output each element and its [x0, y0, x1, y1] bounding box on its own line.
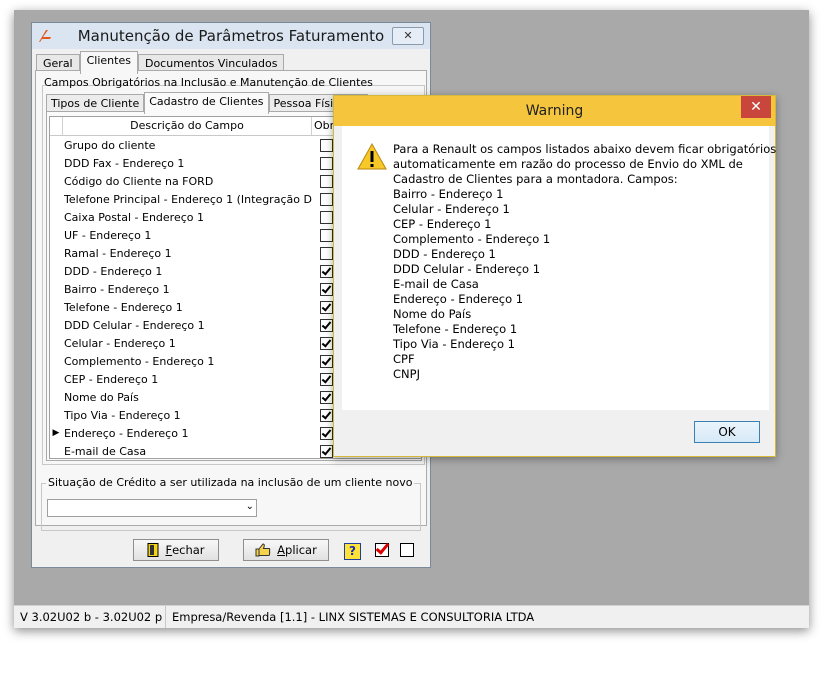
- warning-message-line: Complemento - Endereço 1: [393, 232, 551, 246]
- door-exit-icon: [147, 543, 159, 557]
- chevron-down-icon[interactable]: ⌄: [246, 501, 254, 512]
- fechar-button[interactable]: Fechar: [133, 539, 219, 561]
- status-version: V 3.02U02 b - 3.02U02 p: [14, 606, 166, 628]
- warning-message: Para a Renault os campos listados abaixo…: [393, 142, 776, 382]
- warning-message-line: Telefone - Endereço 1: [393, 322, 518, 336]
- field-description: Tipo Via - Endereço 1: [64, 408, 181, 422]
- subtab-cadastro-de-clientes[interactable]: Cadastro de Clientes: [144, 92, 269, 114]
- window-close-button[interactable]: ✕: [392, 27, 424, 45]
- warning-icon: [357, 143, 387, 170]
- field-description: DDD Fax - Endereço 1: [64, 156, 185, 170]
- warning-message-line: E-mail de Casa: [393, 277, 479, 291]
- grid-indicator-header: [50, 117, 63, 135]
- window-title: Manutenção de Parâmetros Faturamento: [77, 27, 385, 45]
- warning-message-line: automaticamente em razão do processo de …: [393, 157, 743, 171]
- credit-situation-select[interactable]: ⌄: [47, 499, 257, 517]
- required-checkbox[interactable]: [320, 336, 333, 350]
- warning-message-line: CPF: [393, 352, 415, 366]
- required-checkbox[interactable]: [320, 354, 333, 368]
- warning-message-line: Cadastro de Clientes para a montadora. C…: [393, 172, 678, 186]
- warning-message-line: Celular - Endereço 1: [393, 202, 510, 216]
- field-description: CEP - Endereço 1: [64, 372, 159, 386]
- warning-message-line: DDD - Endereço 1: [393, 247, 496, 261]
- required-checkbox[interactable]: [320, 174, 333, 188]
- deselect-all-checkbox[interactable]: [400, 543, 414, 557]
- warning-message-line: Bairro - Endereço 1: [393, 187, 504, 201]
- required-checkbox[interactable]: [320, 246, 333, 260]
- required-checkbox[interactable]: [320, 390, 333, 404]
- field-description: Telefone - Endereço 1: [64, 300, 183, 314]
- required-checkbox[interactable]: [320, 264, 333, 278]
- warning-message-line: Nome do País: [393, 307, 472, 321]
- warning-message-line: Para a Renault os campos listados abaixo…: [393, 142, 777, 156]
- warning-message-line: Endereço - Endereço 1: [393, 292, 524, 306]
- warning-close-button[interactable]: ✕: [741, 96, 771, 118]
- warning-message-line: Tipo Via - Endereço 1: [393, 337, 515, 351]
- field-description: DDD - Endereço 1: [64, 264, 163, 278]
- warning-message-line: DDD Celular - Endereço 1: [393, 262, 541, 276]
- required-checkbox[interactable]: [320, 210, 333, 224]
- required-checkbox[interactable]: [320, 156, 333, 170]
- sub-tabs: Tipos de Cliente Cadastro de Clientes Pe…: [46, 92, 368, 114]
- required-checkbox[interactable]: [320, 426, 333, 440]
- field-description: Nome do País: [64, 390, 139, 404]
- fechar-mnemonic: F: [165, 543, 173, 557]
- field-description: Grupo do cliente: [64, 138, 156, 152]
- field-description: E-mail de Casa: [64, 444, 147, 458]
- required-checkbox[interactable]: [320, 372, 333, 386]
- help-icon[interactable]: ?: [344, 543, 361, 560]
- thumbs-up-icon: [255, 543, 271, 557]
- column-header-descricao[interactable]: Descrição do Campo: [63, 117, 312, 135]
- warning-body: Para a Renault os campos listados abaixo…: [342, 126, 776, 410]
- warning-titlebar[interactable]: Warning ✕: [334, 96, 775, 126]
- required-checkbox[interactable]: [320, 192, 333, 206]
- required-checkbox[interactable]: [320, 138, 333, 152]
- aplicar-button[interactable]: Aplicar: [243, 539, 329, 561]
- warning-title: Warning: [525, 103, 584, 119]
- current-row-indicator-icon: ▶: [52, 428, 60, 438]
- field-description: Ramal - Endereço 1: [64, 246, 172, 260]
- aplicar-mnemonic: A: [277, 543, 286, 557]
- warning-dialog: Warning ✕ Para a Renault os campos lista…: [333, 95, 776, 457]
- warning-message-line: CEP - Endereço 1: [393, 217, 492, 231]
- warning-message-line: CNPJ: [393, 367, 420, 381]
- main-tabs: Geral Clientes Documentos Vinculados: [36, 51, 285, 74]
- required-checkbox[interactable]: [320, 300, 333, 314]
- fechar-label-rest: echar: [172, 543, 205, 557]
- ok-button[interactable]: OK: [694, 421, 760, 443]
- field-description: Endereço - Endereço 1: [64, 426, 189, 440]
- required-checkbox[interactable]: [320, 228, 333, 242]
- field-description: Bairro - Endereço 1: [64, 282, 170, 296]
- window-titlebar[interactable]: Manutenção de Parâmetros Faturamento ✕: [32, 23, 430, 49]
- field-description: Código do Cliente na FORD: [64, 174, 214, 188]
- aplicar-label-rest: plicar: [285, 543, 317, 557]
- status-company: Empresa/Revenda [1.1] - LINX SISTEMAS E …: [172, 610, 535, 624]
- field-description: Telefone Principal - Endereço 1 (Integra…: [64, 192, 312, 206]
- status-bar: V 3.02U02 b - 3.02U02 p Empresa/Revenda …: [14, 605, 809, 628]
- tab-clientes[interactable]: Clientes: [79, 51, 138, 74]
- field-description: DDD Celular - Endereço 1: [64, 318, 205, 332]
- required-checkbox[interactable]: [320, 408, 333, 422]
- field-description: UF - Endereço 1: [64, 228, 152, 242]
- required-checkbox[interactable]: [320, 444, 333, 458]
- select-all-checkbox[interactable]: [375, 543, 389, 557]
- field-description: Celular - Endereço 1: [64, 336, 176, 350]
- field-description: Complemento - Endereço 1: [64, 354, 215, 368]
- credit-situation-label: Situação de Crédito a ser utilizada na i…: [46, 476, 415, 489]
- required-fields-group-label: Campos Obrigatórios na Inclusão e Manute…: [44, 76, 373, 89]
- required-checkbox[interactable]: [320, 318, 333, 332]
- required-checkbox[interactable]: [320, 282, 333, 296]
- field-description: Caixa Postal - Endereço 1: [64, 210, 204, 224]
